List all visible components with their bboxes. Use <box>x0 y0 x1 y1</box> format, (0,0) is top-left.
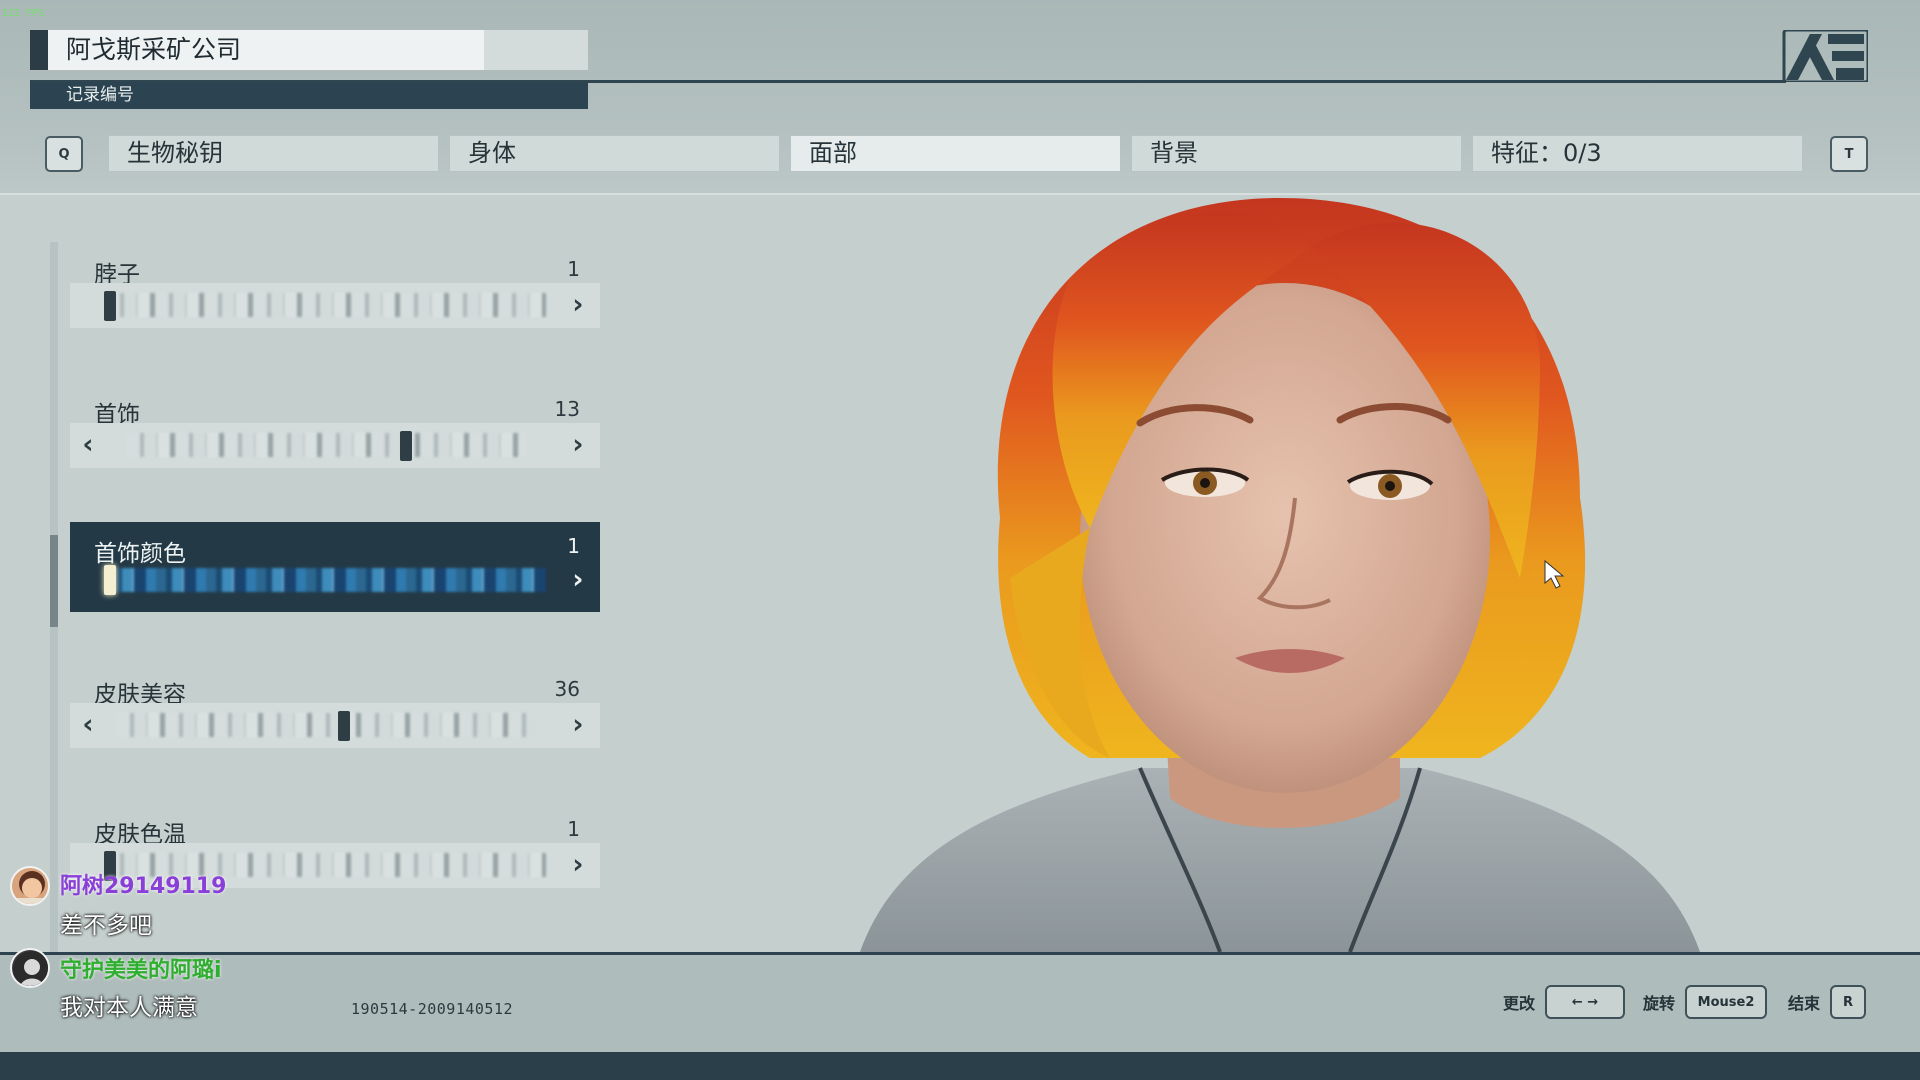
record-id: 190514-2009140512 <box>351 1000 514 1018</box>
chat-username-1: 阿树29149119 <box>60 874 227 899</box>
slider-thumb[interactable] <box>104 565 116 595</box>
tab-face[interactable]: 面部 <box>790 135 1121 172</box>
chevron-left-icon[interactable]: ‹ <box>76 709 100 741</box>
option-jewelry[interactable]: 首饰 13 ‹ › <box>70 395 600 485</box>
option-value: 1 <box>567 257 580 281</box>
control-finish[interactable]: 结束 R <box>1788 985 1867 1019</box>
control-label: 旋转 <box>1643 994 1676 1013</box>
slider-track <box>126 433 526 457</box>
chevron-right-icon[interactable]: › <box>566 429 590 461</box>
slider-thumb[interactable] <box>338 711 350 741</box>
option-slider[interactable]: › <box>70 283 600 328</box>
constellation-logo-icon <box>1782 30 1868 82</box>
chevron-right-icon[interactable]: › <box>566 849 590 881</box>
fps-counter: 122 FPS <box>2 8 45 19</box>
arrows-key-icon[interactable]: ← → <box>1545 985 1626 1019</box>
record-label: 记录编号 <box>30 82 588 109</box>
header-bar: 阿戈斯采矿公司 记录编号 Q 生物秘钥 身体 面部 背景 特征：0/3 T <box>0 0 1920 195</box>
next-tab-key-button[interactable]: T <box>1830 136 1868 172</box>
chevron-right-icon[interactable]: › <box>566 709 590 741</box>
option-value: 36 <box>554 677 580 701</box>
company-field: 阿戈斯采矿公司 <box>30 30 588 70</box>
option-value: 13 <box>554 397 580 421</box>
tab-bar: 生物秘钥 身体 面部 背景 特征：0/3 <box>108 135 1803 172</box>
option-value: 1 <box>567 817 580 841</box>
mouse-key-icon[interactable]: Mouse2 <box>1685 985 1768 1019</box>
control-label: 更改 <box>1503 994 1536 1013</box>
option-slider[interactable]: ‹ › <box>70 423 600 468</box>
chat-message-2: 我对本人满意 <box>60 995 198 1021</box>
option-skin-beauty[interactable]: 皮肤美容 36 ‹ › <box>70 675 600 765</box>
chat-username-2: 守护美美的阿璐i <box>60 958 222 983</box>
tab-body[interactable]: 身体 <box>449 135 780 172</box>
option-slider[interactable]: ‹ › <box>70 703 600 748</box>
prev-tab-key-button[interactable]: Q <box>45 136 83 172</box>
footer-bar: 190514-2009140512 更改 ← → 旋转 Mouse2 结束 R <box>0 952 1920 1052</box>
option-neck[interactable]: 脖子 1 › <box>70 255 600 345</box>
chat-avatar-2 <box>10 948 50 988</box>
chat-avatar-1 <box>10 866 50 906</box>
control-label: 结束 <box>1788 994 1821 1013</box>
company-field-tail <box>484 30 588 70</box>
tab-traits[interactable]: 特征：0/3 <box>1472 135 1803 172</box>
list-scrollbar-thumb[interactable] <box>50 535 58 627</box>
slider-thumb[interactable] <box>400 431 412 461</box>
chat-message-1: 差不多吧 <box>60 913 152 939</box>
slider-thumb[interactable] <box>104 291 116 321</box>
company-marker <box>30 30 48 70</box>
chevron-right-icon[interactable]: › <box>566 564 590 596</box>
option-value: 1 <box>567 534 580 558</box>
control-change[interactable]: 更改 ← → <box>1503 985 1626 1019</box>
chevron-left-icon[interactable]: ‹ <box>76 429 100 461</box>
r-key-icon[interactable]: R <box>1830 985 1867 1019</box>
option-jewelry-color[interactable]: 首饰颜色 1 › <box>70 522 600 612</box>
slider-track <box>106 568 546 592</box>
slider-track <box>106 293 546 317</box>
option-slider[interactable]: › <box>70 562 600 607</box>
control-rotate[interactable]: 旋转 Mouse2 <box>1643 985 1768 1019</box>
tab-biometric[interactable]: 生物秘钥 <box>108 135 439 172</box>
bottom-strip <box>0 1052 1920 1080</box>
tab-background[interactable]: 背景 <box>1131 135 1462 172</box>
company-name: 阿戈斯采矿公司 <box>48 30 484 70</box>
chevron-right-icon[interactable]: › <box>566 289 590 321</box>
slider-track <box>116 713 536 737</box>
character-portrait[interactable] <box>840 198 1720 952</box>
